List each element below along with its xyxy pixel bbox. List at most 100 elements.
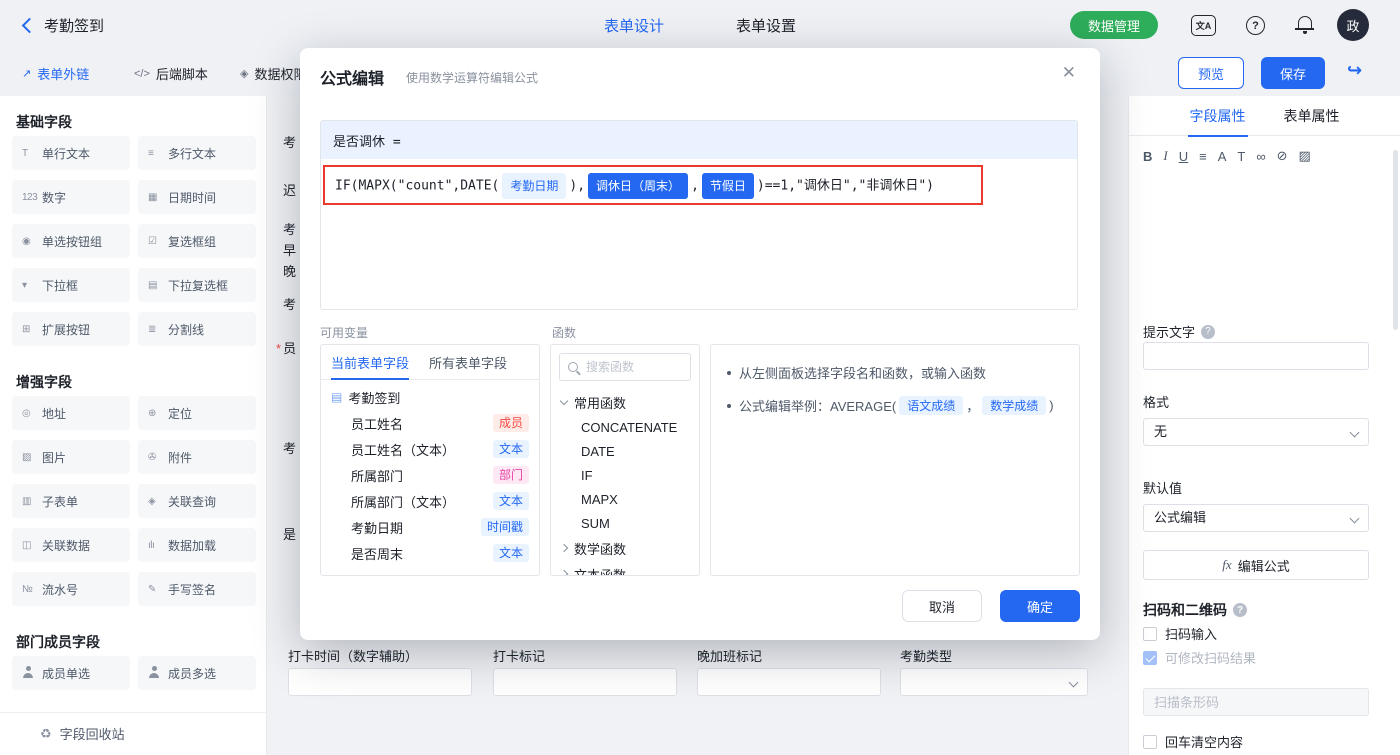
sidebar-item-divider[interactable]: ≣ 分割线: [138, 312, 256, 346]
sidebar-item-member-single[interactable]: 成员单选: [12, 656, 130, 690]
field-type-tag: 部门: [492, 466, 529, 484]
sidebar-item-signature[interactable]: ✎ 手写签名: [138, 572, 256, 606]
preview-button[interactable]: 预览: [1178, 57, 1244, 89]
sidebar-item-radio-group[interactable]: ◉ 单选按钮组: [12, 224, 130, 258]
enter-clear-checkbox[interactable]: 回车清空内容: [1143, 732, 1243, 751]
form-node[interactable]: ▤ 考勤签到: [321, 384, 539, 410]
function-item[interactable]: SUM: [551, 511, 699, 535]
sidebar-item-serial-number[interactable]: № 流水号: [12, 572, 130, 606]
share-icon[interactable]: ↪: [1347, 60, 1362, 81]
checkbox-checked-icon[interactable]: [1143, 650, 1157, 665]
scan-help-icon[interactable]: ?: [1233, 603, 1247, 617]
chevron-down-icon: [1349, 427, 1360, 438]
function-search-box[interactable]: [559, 353, 691, 381]
field-label-fragment: 迟: [283, 183, 297, 198]
unlink-icon[interactable]: ⊘: [1277, 148, 1288, 164]
sidebar-item-single-text[interactable]: T 单行文本: [12, 136, 130, 170]
field-pill-holiday[interactable]: 节假日: [701, 173, 754, 199]
insert-image-icon[interactable]: ▨: [1299, 148, 1311, 164]
hint-help-icon[interactable]: ?: [1201, 324, 1216, 339]
checkbox-icon[interactable]: [1143, 734, 1157, 749]
field-label-punch-time: 打卡时间（数字辅助）: [288, 649, 419, 664]
variable-row[interactable]: 所属部门 部门: [321, 462, 539, 488]
avatar[interactable]: 政: [1337, 9, 1369, 41]
function-item[interactable]: MAPX: [551, 487, 699, 511]
sidebar-item-select[interactable]: ▾ 下拉框: [12, 268, 130, 302]
default-value-label: 默认值: [1143, 481, 1183, 496]
backend-script-link[interactable]: </> 后端脚本: [134, 64, 208, 83]
variable-row[interactable]: 考勤日期 时间戳: [321, 514, 539, 540]
hint-text-input[interactable]: [1143, 342, 1369, 370]
sidebar-item-multi-select-dropdown[interactable]: ▤ 下拉复选框: [138, 268, 256, 302]
dropdown-multi-icon: ▤: [148, 279, 157, 291]
translate-icon[interactable]: 文A: [1191, 15, 1216, 36]
overtime-mark-input[interactable]: [697, 668, 881, 696]
function-item[interactable]: IF: [551, 463, 699, 487]
attendance-type-select[interactable]: [900, 668, 1088, 696]
panel-scrollbar[interactable]: [1393, 150, 1398, 330]
formula-editor: 是否调休 = IF(MAPX("count",DATE(考勤日期), 调休日（周末…: [320, 120, 1078, 310]
sidebar-item-multi-text[interactable]: ≡ 多行文本: [138, 136, 256, 170]
variable-row[interactable]: 员工姓名（文本） 文本: [321, 436, 539, 462]
sidebar-item-number[interactable]: 123 数字: [12, 180, 130, 214]
tab-current-form-fields[interactable]: 当前表单字段: [321, 345, 419, 380]
close-icon[interactable]: ✕: [1062, 63, 1076, 83]
tab-form-properties[interactable]: 表单属性: [1284, 106, 1340, 126]
default-value-select[interactable]: 公式编辑: [1143, 504, 1369, 532]
bold-icon[interactable]: B: [1143, 149, 1152, 164]
sidebar-item-linked-data[interactable]: ◫ 关联数据: [12, 528, 130, 562]
tab-form-design[interactable]: 表单设计: [604, 15, 664, 36]
data-manage-button[interactable]: 数据管理: [1070, 11, 1158, 39]
format-select[interactable]: 无: [1143, 418, 1369, 446]
link-icon[interactable]: ∞: [1256, 149, 1265, 164]
function-item[interactable]: CONCATENATE: [551, 415, 699, 439]
sidebar-item-address[interactable]: ◎ 地址: [12, 396, 130, 430]
field-type-tag: 文本: [492, 492, 529, 510]
scan-barcode-input[interactable]: [1143, 688, 1369, 716]
sidebar-item-extend-button[interactable]: ⊞ 扩展按钮: [12, 312, 130, 346]
help-icon[interactable]: ?: [1246, 16, 1265, 35]
punch-time-input[interactable]: [288, 668, 472, 696]
font-color-icon[interactable]: A: [1218, 149, 1227, 164]
field-pill-adjusted-restday[interactable]: 调休日（周末）: [588, 173, 689, 199]
sidebar-item-attachment[interactable]: ✇ 附件: [138, 440, 256, 474]
sidebar-item-image[interactable]: ▨ 图片: [12, 440, 130, 474]
align-icon[interactable]: ≡: [1199, 149, 1207, 164]
confirm-button[interactable]: 确定: [1000, 590, 1080, 622]
font-size-icon[interactable]: T: [1237, 149, 1245, 164]
variable-row[interactable]: 所属部门（文本） 文本: [321, 488, 539, 514]
sidebar-item-datetime[interactable]: ▦ 日期时间: [138, 180, 256, 214]
form-external-link[interactable]: ↗ 表单外链: [22, 64, 89, 83]
field-pill-attendance-date[interactable]: 考勤日期: [502, 173, 567, 199]
sidebar-item-location[interactable]: ⊕ 定位: [138, 396, 256, 430]
sidebar-item-data-load[interactable]: ılı 数据加载: [138, 528, 256, 562]
tab-form-settings[interactable]: 表单设置: [736, 15, 796, 36]
field-recycle-bin[interactable]: ♻ 字段回收站: [40, 724, 125, 743]
sidebar-item-linked-query[interactable]: ◈ 关联查询: [138, 484, 256, 518]
function-group-math[interactable]: 数学函数: [551, 535, 699, 561]
underline-icon[interactable]: U: [1179, 149, 1188, 164]
edit-formula-button[interactable]: fx 编辑公式: [1143, 550, 1369, 580]
save-button[interactable]: 保存: [1261, 57, 1325, 89]
variable-row[interactable]: 员工姓名 成员: [321, 410, 539, 436]
function-search-input[interactable]: [584, 359, 682, 375]
modify-scan-result-checkbox[interactable]: 可修改扫码结果: [1143, 648, 1256, 667]
sidebar-item-subform[interactable]: ▥ 子表单: [12, 484, 130, 518]
checkbox-icon[interactable]: [1143, 626, 1157, 641]
sidebar-item-member-multi[interactable]: 成员多选: [138, 656, 256, 690]
function-group-common[interactable]: 常用函数: [551, 389, 699, 415]
punch-mark-input[interactable]: [493, 668, 677, 696]
data-permission-link[interactable]: ◈ 数据权限: [240, 64, 306, 83]
cancel-button[interactable]: 取消: [902, 590, 982, 622]
bell-icon[interactable]: [1295, 16, 1314, 34]
tab-all-form-fields[interactable]: 所有表单字段: [419, 345, 517, 379]
variable-row[interactable]: 是否周末 文本: [321, 540, 539, 566]
tab-field-properties[interactable]: 字段属性: [1187, 106, 1248, 137]
function-item[interactable]: DATE: [551, 439, 699, 463]
function-group-text[interactable]: 文本函数: [551, 561, 699, 575]
italic-icon[interactable]: I: [1163, 148, 1167, 164]
formula-expression: IF(MAPX("count",DATE(考勤日期), 调休日（周末）, 节假日)=…: [335, 173, 1063, 199]
formula-input-area[interactable]: IF(MAPX("count",DATE(考勤日期), 调休日（周末）, 节假日)=…: [321, 159, 1077, 309]
scan-input-checkbox[interactable]: 扫码输入: [1143, 624, 1217, 643]
sidebar-item-checkbox-group[interactable]: ☑ 复选框组: [138, 224, 256, 258]
